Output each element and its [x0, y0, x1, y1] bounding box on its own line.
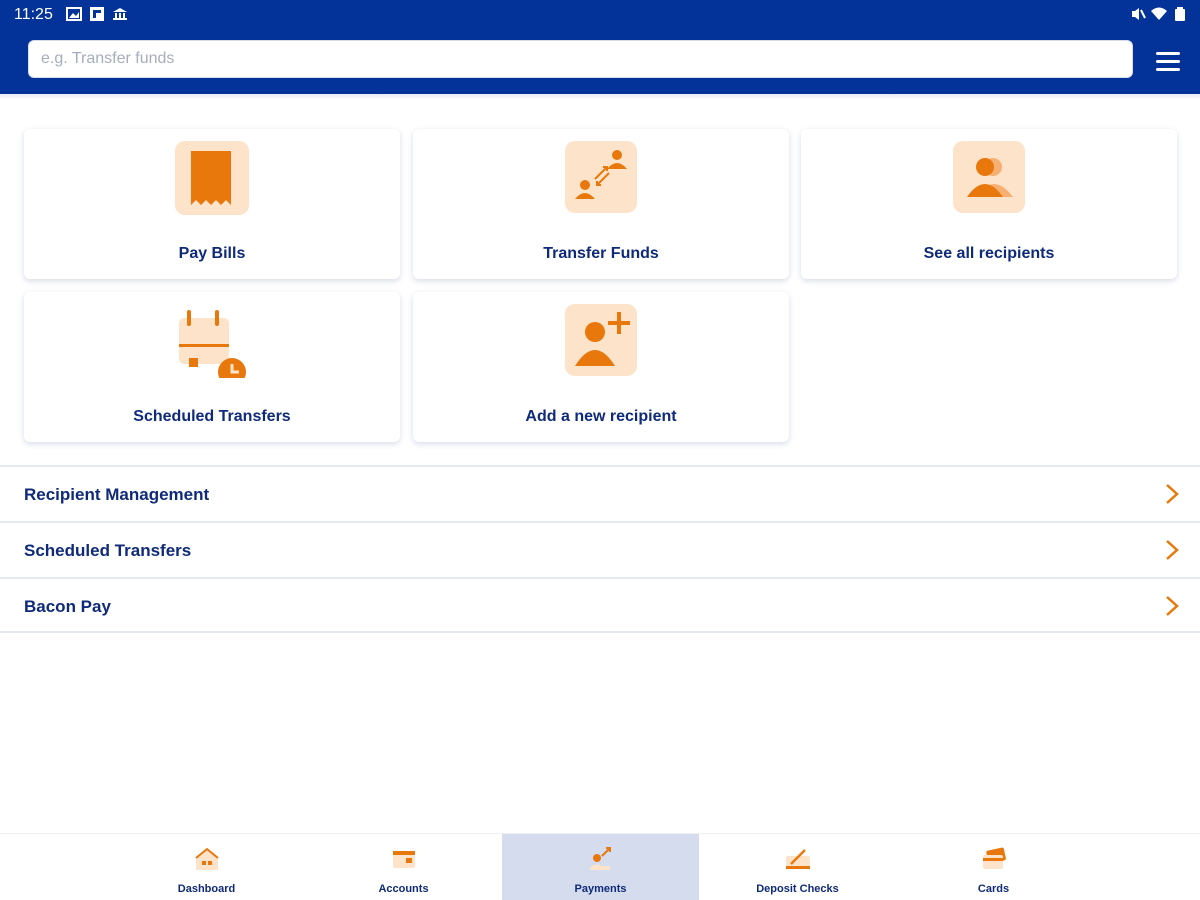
nav-label: Accounts: [378, 883, 429, 895]
bank-notification-icon: [113, 8, 127, 20]
image-notification-icon: [66, 7, 82, 21]
nav-dashboard[interactable]: Dashboard: [108, 834, 305, 900]
app-header: 11:25: [0, 0, 1200, 94]
recipients-group-icon: [953, 141, 1025, 213]
header-divider: [0, 94, 1200, 100]
status-icons-right: [1130, 6, 1188, 22]
vibrate-mute-icon: [1132, 8, 1146, 20]
flipboard-notification-icon: [90, 7, 104, 21]
bacon-pay-row[interactable]: Bacon Pay: [0, 577, 1200, 633]
recipient-management-row[interactable]: Recipient Management: [0, 465, 1200, 521]
row-label: Recipient Management: [24, 485, 210, 504]
scheduled-transfers-tile[interactable]: Scheduled Transfers: [24, 292, 400, 442]
tile-label: Pay Bills: [178, 245, 246, 262]
tile-label: Scheduled Transfers: [133, 408, 291, 425]
search-field[interactable]: [28, 40, 1133, 78]
search-input[interactable]: [29, 41, 1132, 77]
nav-accounts[interactable]: Accounts: [305, 834, 502, 900]
transfer-people-icon: [565, 141, 637, 213]
wifi-icon: [1151, 7, 1167, 20]
nav-label: Payments: [574, 883, 627, 895]
bottom-navigation: Dashboard Accounts Payments Deposit Chec…: [0, 833, 1200, 900]
nav-cards[interactable]: Cards: [895, 834, 1092, 900]
add-new-recipient-tile[interactable]: Add a new recipient: [413, 292, 789, 442]
status-bar: 11:25: [0, 0, 1200, 30]
nav-label: Cards: [977, 883, 1010, 895]
chevron-right-icon: [1166, 484, 1179, 504]
calendar-clock-icon: [175, 304, 249, 386]
chevron-right-icon: [1166, 540, 1179, 560]
scheduled-transfers-row[interactable]: Scheduled Transfers: [0, 521, 1200, 577]
status-icons-left: [66, 6, 128, 22]
hamburger-menu-icon[interactable]: [1156, 50, 1182, 72]
home-icon: [195, 847, 219, 870]
nav-label: Dashboard: [177, 883, 236, 895]
chevron-right-icon: [1166, 596, 1179, 616]
row-label: Bacon Pay: [24, 597, 111, 616]
nav-payments[interactable]: Payments: [502, 834, 699, 900]
tile-label: See all recipients: [923, 245, 1055, 262]
tile-label: Transfer Funds: [543, 245, 659, 262]
payments-icon: [590, 847, 611, 870]
status-time: 11:25: [14, 6, 53, 23]
cards-icon: [983, 847, 1006, 869]
battery-icon: [1175, 7, 1185, 21]
add-person-icon: [565, 304, 637, 376]
nav-label: Deposit Checks: [756, 883, 839, 895]
see-all-recipients-tile[interactable]: See all recipients: [801, 129, 1177, 279]
check-deposit-icon: [786, 849, 810, 869]
wallet-icon: [393, 851, 415, 868]
transfer-funds-tile[interactable]: Transfer Funds: [413, 129, 789, 279]
tile-label: Add a new recipient: [525, 408, 677, 425]
pay-bills-tile[interactable]: Pay Bills: [24, 129, 400, 279]
row-label: Scheduled Transfers: [24, 541, 192, 560]
bill-receipt-icon: [175, 141, 249, 215]
nav-deposit-checks[interactable]: Deposit Checks: [699, 834, 896, 900]
